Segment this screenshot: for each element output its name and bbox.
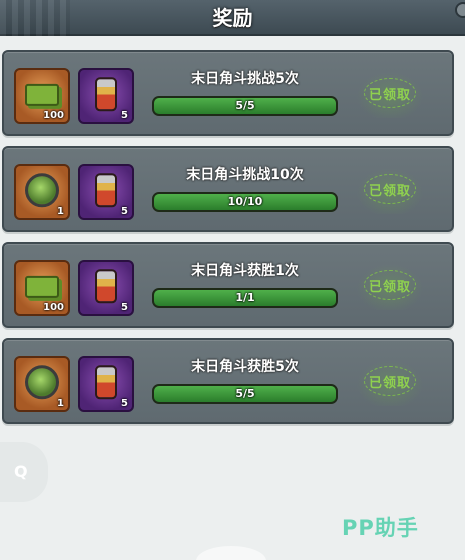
corner-knob bbox=[455, 2, 465, 18]
reward-task-list: 100 5 末日角斗挑战5次 5/5 已领取 1 5 末日角斗挑战10次 10/… bbox=[2, 50, 456, 434]
cash-bundle-icon bbox=[25, 275, 59, 298]
bottom-handle bbox=[196, 546, 266, 560]
task-name: 末日角斗挑战10次 bbox=[186, 167, 304, 183]
claimed-status: 已领取 bbox=[368, 280, 411, 295]
reward-quantity: 100 bbox=[43, 110, 64, 121]
reward-task-card: 1 5 末日角斗获胜5次 5/5 已领取 bbox=[2, 338, 454, 424]
reward-item-2[interactable]: 5 bbox=[78, 260, 134, 316]
potion-bottle-icon bbox=[95, 173, 117, 208]
reward-quantity: 5 bbox=[121, 110, 128, 121]
claimed-stamp: 已领取 bbox=[354, 262, 426, 310]
potion-bottle-icon bbox=[95, 77, 117, 112]
task-name: 末日角斗获胜1次 bbox=[191, 263, 299, 279]
progress-text: 1/1 bbox=[235, 291, 255, 304]
green-orb-icon bbox=[25, 173, 59, 208]
reward-quantity: 1 bbox=[57, 398, 64, 409]
reward-quantity: 5 bbox=[121, 398, 128, 409]
reward-quantity: 5 bbox=[121, 302, 128, 313]
progress-bar: 1/1 bbox=[152, 288, 338, 308]
reward-item-2[interactable]: 5 bbox=[78, 356, 134, 412]
reward-item-1[interactable]: 1 bbox=[14, 164, 70, 220]
search-icon: Q bbox=[14, 462, 28, 481]
claimed-status: 已领取 bbox=[368, 376, 411, 391]
page-title: 奖励 bbox=[212, 6, 253, 30]
progress-text: 5/5 bbox=[235, 99, 255, 112]
reward-item-1[interactable]: 1 bbox=[14, 356, 70, 412]
task-name: 末日角斗获胜5次 bbox=[191, 359, 299, 375]
progress-bar: 5/5 bbox=[152, 384, 338, 404]
progress-bar: 10/10 bbox=[152, 192, 338, 212]
reward-quantity: 5 bbox=[121, 206, 128, 217]
progress-text: 5/5 bbox=[235, 387, 255, 400]
reward-task-card: 1 5 末日角斗挑战10次 10/10 已领取 bbox=[2, 146, 454, 232]
green-orb-icon bbox=[25, 365, 59, 400]
claimed-stamp: 已领取 bbox=[354, 70, 426, 118]
cash-bundle-icon bbox=[25, 83, 59, 106]
task-name: 末日角斗挑战5次 bbox=[191, 71, 299, 87]
reward-quantity: 1 bbox=[57, 206, 64, 217]
reward-item-2[interactable]: 5 bbox=[78, 68, 134, 124]
claimed-stamp: 已领取 bbox=[354, 166, 426, 214]
reward-task-card: 100 5 末日角斗挑战5次 5/5 已领取 bbox=[2, 50, 454, 136]
claimed-stamp: 已领取 bbox=[354, 358, 426, 406]
claimed-status: 已领取 bbox=[368, 184, 411, 199]
watermark-logo: PP助手 bbox=[342, 516, 419, 540]
progress-bar: 5/5 bbox=[152, 96, 338, 116]
reward-quantity: 100 bbox=[43, 302, 64, 313]
progress-text: 10/10 bbox=[227, 195, 263, 208]
reward-item-1[interactable]: 100 bbox=[14, 68, 70, 124]
reward-task-card: 100 5 末日角斗获胜1次 1/1 已领取 bbox=[2, 242, 454, 328]
floating-search-button[interactable]: Q bbox=[0, 442, 48, 502]
claimed-status: 已领取 bbox=[368, 88, 411, 103]
potion-bottle-icon bbox=[95, 269, 117, 304]
potion-bottle-icon bbox=[95, 365, 117, 400]
header-bar: 奖励 bbox=[0, 0, 465, 36]
reward-item-2[interactable]: 5 bbox=[78, 164, 134, 220]
reward-item-1[interactable]: 100 bbox=[14, 260, 70, 316]
